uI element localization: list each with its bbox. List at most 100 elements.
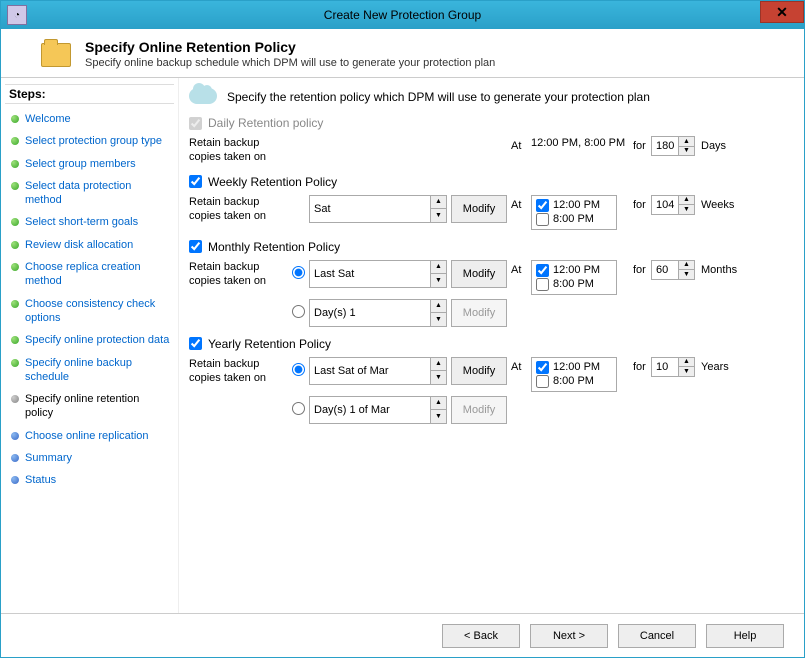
step-2[interactable]: Select group members <box>5 153 174 175</box>
weekly-schedule-spinner[interactable]: Sat ▲▼ <box>309 195 447 223</box>
step-0[interactable]: Welcome <box>5 108 174 130</box>
spin-down-icon[interactable]: ▼ <box>431 313 446 326</box>
spin-up-icon[interactable]: ▲ <box>431 196 446 210</box>
weekly-time-box: 12:00 PM 8:00 PM <box>531 195 617 230</box>
bullet-icon <box>11 115 19 123</box>
yearly-radio-1[interactable] <box>292 363 305 376</box>
step-10: Specify online retention policy <box>5 388 174 425</box>
monthly-section: Monthly Retention Policy Retain backup c… <box>189 240 788 327</box>
step-label: Choose online replication <box>25 429 149 443</box>
close-button[interactable]: ✕ <box>760 1 804 23</box>
step-8[interactable]: Specify online protection data <box>5 329 174 351</box>
yearly-schedule2-spinner[interactable]: Day(s) 1 of Mar ▲▼ <box>309 396 447 424</box>
step-label: Choose consistency check options <box>25 297 170 326</box>
yearly-checkbox[interactable] <box>189 337 202 350</box>
spin-down-icon[interactable]: ▼ <box>431 410 446 423</box>
step-3[interactable]: Select data protection method <box>5 175 174 212</box>
step-13[interactable]: Status <box>5 469 174 491</box>
weekly-label: Weekly Retention Policy <box>208 175 337 189</box>
weekly-modify-button[interactable]: Modify <box>451 195 507 223</box>
step-6[interactable]: Choose replica creation method <box>5 256 174 293</box>
yearly-value-spinner[interactable]: 10 ▲▼ <box>651 357 695 377</box>
yearly-time2-checkbox[interactable] <box>536 375 549 388</box>
bullet-icon <box>11 182 19 190</box>
spin-up-icon[interactable]: ▲ <box>679 261 694 271</box>
monthly-radio-1[interactable] <box>292 266 305 279</box>
daily-times: 12:00 PM, 8:00 PM <box>531 136 627 150</box>
spin-down-icon[interactable]: ▼ <box>679 270 694 279</box>
bullet-icon <box>11 263 19 271</box>
yearly-modify1-button[interactable]: Modify <box>451 357 507 385</box>
step-1[interactable]: Select protection group type <box>5 130 174 152</box>
page-header: Specify Online Retention Policy Specify … <box>1 29 804 78</box>
spin-up-icon[interactable]: ▲ <box>679 196 694 206</box>
monthly-label: Monthly Retention Policy <box>208 240 340 254</box>
back-button[interactable]: < Back <box>442 624 520 648</box>
step-label: Specify online protection data <box>25 333 169 347</box>
window-title: Create New Protection Group <box>1 8 804 22</box>
spin-down-icon[interactable]: ▼ <box>679 147 694 156</box>
monthly-modify1-button[interactable]: Modify <box>451 260 507 288</box>
step-label: Specify online retention policy <box>25 392 170 421</box>
bullet-icon <box>11 160 19 168</box>
at-label: At <box>511 136 531 152</box>
steps-sidebar: Steps: WelcomeSelect protection group ty… <box>1 78 179 644</box>
step-5[interactable]: Review disk allocation <box>5 234 174 256</box>
monthly-time1-checkbox[interactable] <box>536 264 549 277</box>
step-12[interactable]: Summary <box>5 447 174 469</box>
next-button[interactable]: Next > <box>530 624 608 648</box>
intro-text: Specify the retention policy which DPM w… <box>227 90 650 104</box>
help-button[interactable]: Help <box>706 624 784 648</box>
monthly-radio-2[interactable] <box>292 305 305 318</box>
yearly-unit: Years <box>697 357 729 373</box>
page-subtitle: Specify online backup schedule which DPM… <box>85 57 495 69</box>
weekly-checkbox[interactable] <box>189 175 202 188</box>
spin-up-icon[interactable]: ▲ <box>431 261 446 275</box>
monthly-schedule2-spinner[interactable]: Day(s) 1 ▲▼ <box>309 299 447 327</box>
wizard-footer: < Back Next > Cancel Help <box>1 613 804 657</box>
yearly-time1-checkbox[interactable] <box>536 361 549 374</box>
step-label: Specify online backup schedule <box>25 356 170 385</box>
monthly-value-spinner[interactable]: 60 ▲▼ <box>651 260 695 280</box>
spin-up-icon[interactable]: ▲ <box>431 397 446 411</box>
monthly-time2-checkbox[interactable] <box>536 278 549 291</box>
monthly-schedule1-spinner[interactable]: Last Sat ▲▼ <box>309 260 447 288</box>
cloud-icon <box>189 88 217 106</box>
page-title: Specify Online Retention Policy <box>85 39 495 55</box>
spin-down-icon[interactable]: ▼ <box>431 371 446 384</box>
weekly-time2-checkbox[interactable] <box>536 213 549 226</box>
content-pane: Specify the retention policy which DPM w… <box>179 78 804 644</box>
cancel-button[interactable]: Cancel <box>618 624 696 648</box>
spin-up-icon[interactable]: ▲ <box>679 358 694 368</box>
step-label: Select data protection method <box>25 179 170 208</box>
daily-value-spinner[interactable]: 180 ▲▼ <box>651 136 695 156</box>
yearly-section: Yearly Retention Policy Retain backup co… <box>189 337 788 424</box>
yearly-radio-2[interactable] <box>292 402 305 415</box>
at-label: At <box>511 260 531 276</box>
yearly-schedule1-spinner[interactable]: Last Sat of Mar ▲▼ <box>309 357 447 385</box>
spin-down-icon[interactable]: ▼ <box>431 274 446 287</box>
bullet-icon <box>11 137 19 145</box>
spin-up-icon[interactable]: ▲ <box>679 137 694 147</box>
daily-section: Daily Retention policy Retain backup cop… <box>189 116 788 165</box>
step-4[interactable]: Select short-term goals <box>5 211 174 233</box>
bullet-icon <box>11 241 19 249</box>
step-label: Summary <box>25 451 72 465</box>
spin-up-icon[interactable]: ▲ <box>431 300 446 314</box>
step-label: Choose replica creation method <box>25 260 170 289</box>
for-label: for <box>627 357 651 373</box>
spin-down-icon[interactable]: ▼ <box>679 205 694 214</box>
daily-unit: Days <box>697 136 729 152</box>
weekly-unit: Weeks <box>697 195 729 211</box>
daily-checkbox <box>189 117 202 130</box>
weekly-value-spinner[interactable]: 104 ▲▼ <box>651 195 695 215</box>
step-9[interactable]: Specify online backup schedule <box>5 352 174 389</box>
weekly-time1-checkbox[interactable] <box>536 199 549 212</box>
spin-down-icon[interactable]: ▼ <box>431 209 446 222</box>
monthly-checkbox[interactable] <box>189 240 202 253</box>
spin-down-icon[interactable]: ▼ <box>679 367 694 376</box>
steps-title: Steps: <box>5 84 174 104</box>
step-7[interactable]: Choose consistency check options <box>5 293 174 330</box>
spin-up-icon[interactable]: ▲ <box>431 358 446 372</box>
step-11[interactable]: Choose online replication <box>5 425 174 447</box>
